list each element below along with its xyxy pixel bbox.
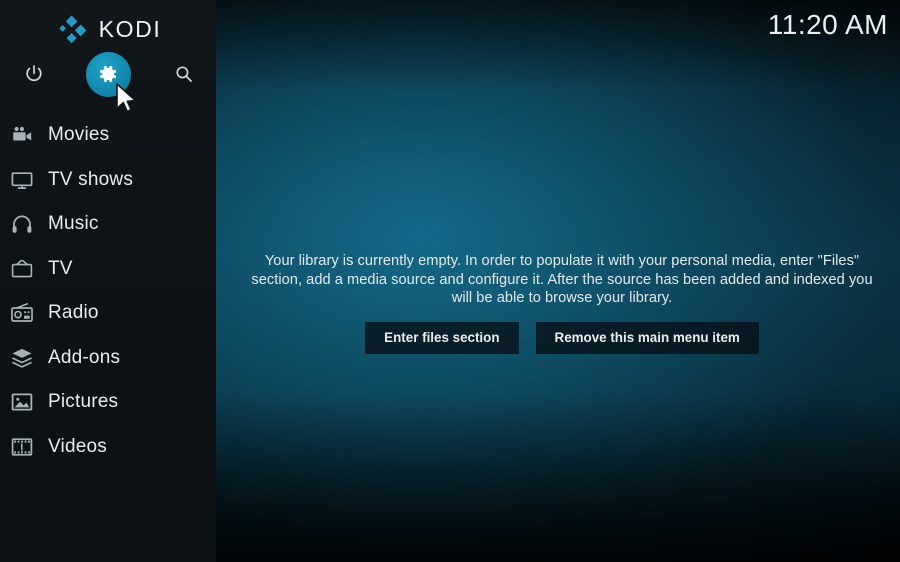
sidebar-item-tv-shows[interactable]: TV shows bbox=[0, 158, 216, 203]
sidebar-item-tv[interactable]: TV bbox=[0, 247, 216, 292]
sidebar-menu: Movies TV shows Music TV Radio Add-ons P… bbox=[0, 113, 216, 469]
sidebar-item-pictures[interactable]: Pictures bbox=[0, 380, 216, 425]
power-icon bbox=[23, 63, 45, 90]
radio-icon bbox=[10, 301, 34, 325]
television-icon bbox=[10, 168, 34, 192]
search-button[interactable] bbox=[165, 57, 203, 95]
sidebar: KODI Movies TV shows Music TV Radio Add-… bbox=[0, 0, 216, 562]
empty-library-actions: Enter files section Remove this main men… bbox=[244, 321, 880, 354]
sidebar-item-label: TV bbox=[48, 257, 73, 279]
sidebar-item-label: TV shows bbox=[48, 168, 134, 190]
clock-label: 11:20 AM bbox=[767, 9, 888, 40]
sidebar-item-label: Videos bbox=[48, 435, 107, 457]
sidebar-item-music[interactable]: Music bbox=[0, 202, 216, 247]
package-box-icon bbox=[10, 346, 34, 370]
brand-name: KODI bbox=[98, 15, 162, 42]
sidebar-item-add-ons[interactable]: Add-ons bbox=[0, 336, 216, 381]
sidebar-item-label: Movies bbox=[48, 124, 110, 146]
brand-logo: KODI bbox=[0, 11, 216, 47]
sidebar-item-label: Pictures bbox=[48, 391, 119, 413]
sidebar-top-actions bbox=[0, 57, 216, 95]
kodi-home-screen: 11:20 AM KODI Movies TV shows Music TV R… bbox=[0, 0, 900, 562]
enter-files-section-button[interactable]: Enter files section bbox=[365, 321, 519, 354]
sidebar-item-label: Music bbox=[48, 213, 99, 235]
settings-button[interactable] bbox=[89, 57, 127, 95]
remove-main-menu-item-button[interactable]: Remove this main menu item bbox=[535, 321, 759, 354]
retro-tv-icon bbox=[10, 257, 34, 281]
sidebar-item-label: Add-ons bbox=[48, 346, 121, 368]
film-strip-icon bbox=[10, 435, 34, 459]
empty-library-panel: Your library is currently empty. In orde… bbox=[244, 252, 880, 354]
movie-camera-icon bbox=[10, 123, 34, 147]
sidebar-item-radio[interactable]: Radio bbox=[0, 291, 216, 336]
kodi-logo-icon bbox=[55, 14, 89, 44]
search-icon bbox=[173, 63, 195, 90]
picture-frame-icon bbox=[10, 390, 34, 414]
gear-icon bbox=[97, 63, 119, 90]
sidebar-item-videos[interactable]: Videos bbox=[0, 425, 216, 470]
sidebar-item-movies[interactable]: Movies bbox=[0, 113, 216, 158]
sidebar-item-label: Radio bbox=[48, 302, 99, 324]
power-button[interactable] bbox=[15, 57, 53, 95]
headphones-icon bbox=[10, 212, 34, 236]
empty-library-message: Your library is currently empty. In orde… bbox=[251, 253, 873, 306]
